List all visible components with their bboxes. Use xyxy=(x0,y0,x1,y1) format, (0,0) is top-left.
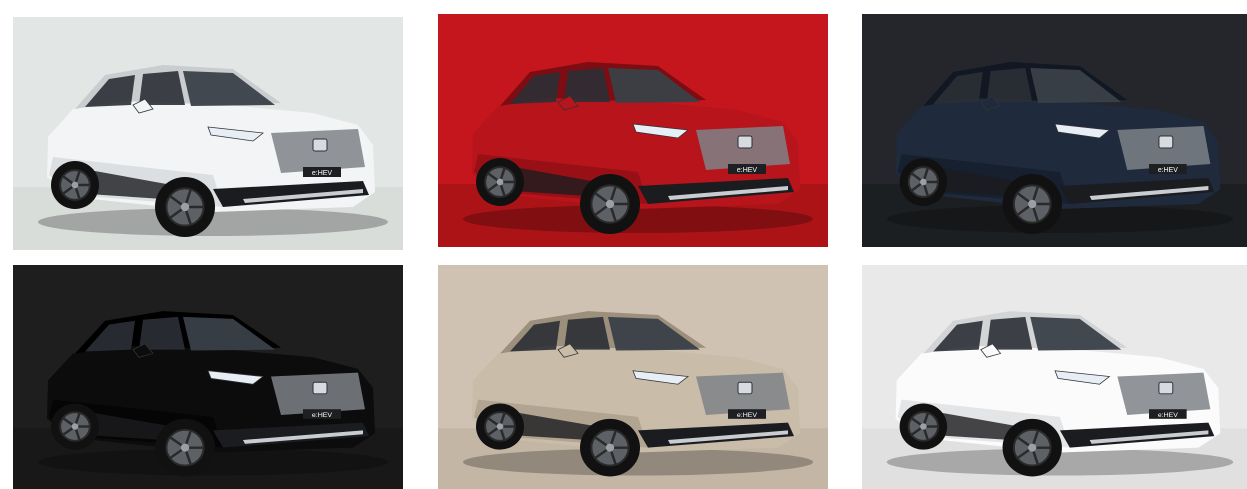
brand-emblem xyxy=(1158,381,1174,395)
car-photo-white: e:HEV xyxy=(13,17,403,250)
wheel-hub xyxy=(605,199,615,209)
badge-text: e:HEV xyxy=(1158,167,1178,174)
badge-text: e:HEV xyxy=(1158,412,1178,419)
car-photo-pearl-white: e:HEV xyxy=(862,265,1247,489)
brand-emblem xyxy=(312,138,328,152)
car-photo-dark-blue: e:HEV xyxy=(862,14,1247,247)
badge-text: e:HEV xyxy=(737,412,758,419)
wheel-hub xyxy=(180,202,190,212)
wheel-hub xyxy=(496,178,504,186)
wheel-hub xyxy=(1028,199,1037,209)
car-photo-red: e:HEV xyxy=(438,14,828,247)
car-illustration: e:HEV xyxy=(13,265,403,489)
wheel-hub xyxy=(920,178,927,186)
wheel-hub xyxy=(1028,443,1037,452)
wheel-hub xyxy=(180,443,190,452)
badge-text: e:HEV xyxy=(737,167,758,174)
car-illustration: e:HEV xyxy=(862,265,1247,489)
wheel-hub xyxy=(71,181,79,189)
brand-emblem xyxy=(312,381,328,395)
car-photo-beige: e:HEV xyxy=(438,265,828,489)
brand-emblem xyxy=(737,381,753,395)
car-illustration: e:HEV xyxy=(862,14,1247,247)
brand-emblem xyxy=(737,135,753,149)
badge-text: e:HEV xyxy=(312,412,333,419)
wheel-hub xyxy=(71,423,79,430)
wheel-hub xyxy=(605,443,615,452)
car-illustration: e:HEV xyxy=(13,17,403,250)
wheel-hub xyxy=(496,423,504,430)
car-photo-black: e:HEV xyxy=(13,265,403,489)
wheel-hub xyxy=(920,423,927,430)
car-illustration: e:HEV xyxy=(438,265,828,489)
badge-text: e:HEV xyxy=(312,170,333,177)
brand-emblem xyxy=(1158,135,1174,149)
car-illustration: e:HEV xyxy=(438,14,828,247)
